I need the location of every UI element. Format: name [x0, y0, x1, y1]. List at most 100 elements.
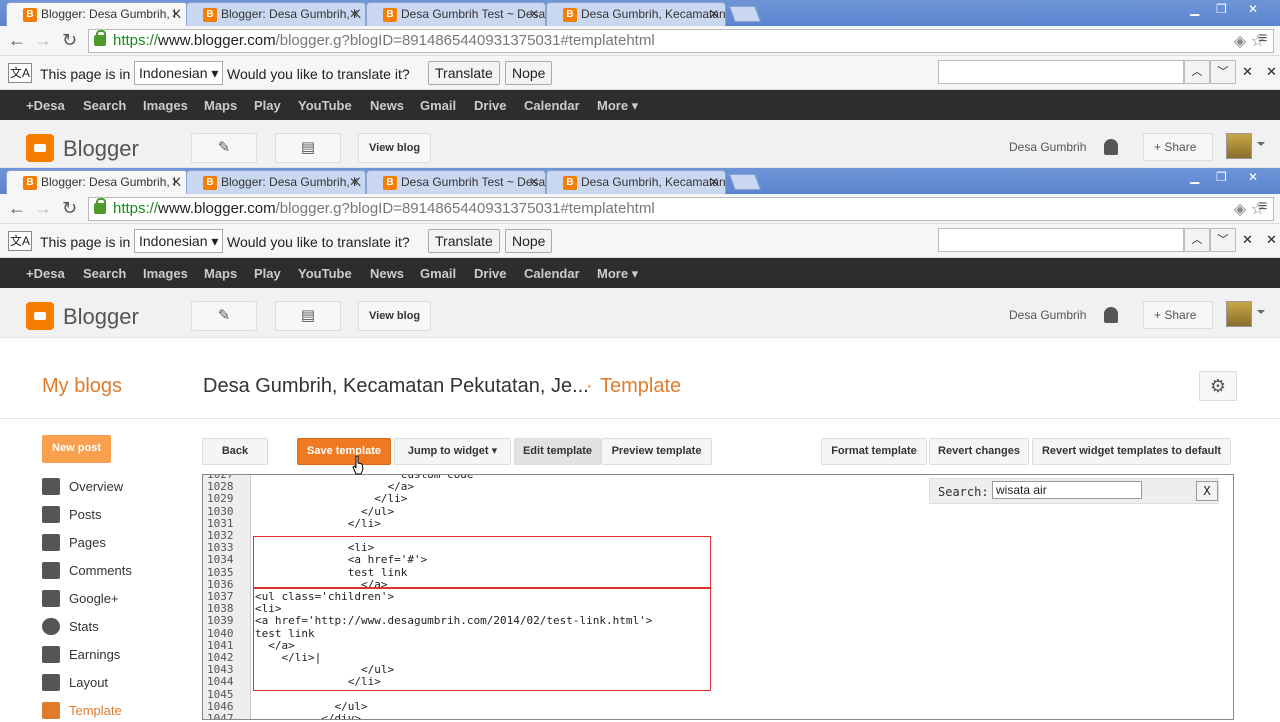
view-blog-button[interactable]: View blog: [358, 301, 432, 331]
find-down-icon[interactable]: ﹀: [1210, 228, 1236, 252]
close-window-icon[interactable]: ✕: [1248, 2, 1258, 16]
gbar-desa[interactable]: +Desa: [26, 98, 65, 113]
gbar-more[interactable]: More ▾: [597, 266, 638, 282]
avatar[interactable]: [1226, 133, 1252, 159]
avatar[interactable]: [1226, 301, 1252, 327]
translate-button[interactable]: Translate: [428, 229, 500, 253]
language-select[interactable]: Indonesian ▾: [134, 61, 224, 85]
code-line[interactable]: 1046 </ul>: [203, 700, 1233, 713]
close-tab-icon[interactable]: ✕: [529, 175, 539, 189]
find-up-icon[interactable]: ︿: [1184, 60, 1210, 84]
edit-template-button[interactable]: Edit template: [514, 438, 601, 465]
new-post-pencil-button[interactable]: ✎: [191, 301, 257, 331]
editor-search-close-button[interactable]: X: [1196, 481, 1218, 501]
gbar-gmail[interactable]: Gmail: [420, 266, 456, 281]
close-tab-icon[interactable]: ✕: [349, 7, 359, 21]
notification-bell-icon[interactable]: [1104, 307, 1118, 323]
new-tab-button[interactable]: [729, 6, 761, 22]
gbar-maps[interactable]: Maps: [204, 98, 237, 113]
editor-search-input[interactable]: wisata air: [992, 481, 1142, 499]
find-close-icon[interactable]: ✕: [1242, 64, 1253, 80]
code-line[interactable]: 1047 </div>: [203, 713, 1233, 720]
bar-close-icon[interactable]: ✕: [1266, 64, 1277, 80]
translate-button[interactable]: Translate: [428, 61, 500, 85]
gear-icon[interactable]: ⚙: [1199, 371, 1237, 401]
tab-blogger-2[interactable]: B Blogger: Desa Gumbrih, K ✕: [186, 170, 366, 194]
user-name[interactable]: Desa Gumbrih: [1009, 308, 1086, 322]
gbar-search[interactable]: Search: [83, 266, 126, 281]
tab-test[interactable]: B Desa Gumbrih Test ~ Desa ✕: [366, 2, 546, 26]
gbar-images[interactable]: Images: [143, 266, 188, 281]
new-post-button[interactable]: New post: [42, 435, 111, 463]
minimize-icon[interactable]: ▁: [1190, 2, 1199, 16]
share-button[interactable]: + Share: [1143, 133, 1213, 161]
forward-arrow-icon[interactable]: →: [34, 30, 52, 51]
gbar-gmail[interactable]: Gmail: [420, 98, 456, 113]
user-name[interactable]: Desa Gumbrih: [1009, 140, 1086, 154]
bar-close-icon[interactable]: ✕: [1266, 232, 1277, 248]
gbar-calendar[interactable]: Calendar: [524, 266, 580, 281]
close-tab-icon[interactable]: ✕: [709, 175, 719, 189]
gbar-more[interactable]: More ▾: [597, 98, 638, 114]
find-close-icon[interactable]: ✕: [1242, 232, 1253, 248]
back-button[interactable]: Back: [202, 438, 268, 465]
find-up-icon[interactable]: ︿: [1184, 228, 1210, 252]
gbar-youtube[interactable]: YouTube: [298, 98, 352, 113]
gbar-news[interactable]: News: [370, 266, 404, 281]
revert-changes-button[interactable]: Revert changes: [929, 438, 1029, 465]
tab-blogger-2[interactable]: B Blogger: Desa Gumbrih, K ✕: [186, 2, 366, 26]
find-input[interactable]: [938, 60, 1184, 84]
pages-icon[interactable]: ▤: [275, 301, 341, 331]
code-line[interactable]: 1031 </li>: [203, 517, 1233, 530]
forward-arrow-icon[interactable]: →: [34, 198, 52, 219]
gbar-drive[interactable]: Drive: [474, 98, 507, 113]
close-tab-icon[interactable]: ✕: [171, 7, 181, 21]
close-tab-icon[interactable]: ✕: [349, 175, 359, 189]
close-tab-icon[interactable]: ✕: [529, 7, 539, 21]
share-button[interactable]: + Share: [1143, 301, 1213, 329]
back-arrow-icon[interactable]: ←: [8, 30, 26, 51]
gbar-maps[interactable]: Maps: [204, 266, 237, 281]
tab-test[interactable]: B Desa Gumbrih Test ~ Desa ✕: [366, 170, 546, 194]
chevron-down-icon[interactable]: [1257, 142, 1265, 150]
chevron-down-icon[interactable]: [1257, 310, 1265, 318]
restore-icon[interactable]: ❐: [1216, 170, 1227, 184]
find-down-icon[interactable]: ﹀: [1210, 60, 1236, 84]
notification-bell-icon[interactable]: [1104, 139, 1118, 155]
new-tab-button[interactable]: [729, 174, 761, 190]
blog-title[interactable]: Desa Gumbrih, Kecamatan Pekutatan, Je...: [203, 375, 589, 398]
gbar-play[interactable]: Play: [254, 266, 281, 281]
gbar-youtube[interactable]: YouTube: [298, 266, 352, 281]
gbar-desa[interactable]: +Desa: [26, 266, 65, 281]
language-select[interactable]: Indonesian ▾: [134, 229, 224, 253]
preview-template-button[interactable]: Preview template: [601, 438, 712, 465]
code-line[interactable]: 1030 </ul>: [203, 505, 1233, 518]
template-code-editor[interactable]: 1027 custom code 1028 </a> 1029 </li> 1030 …: [202, 474, 1234, 720]
gbar-calendar[interactable]: Calendar: [524, 98, 580, 113]
address-bar[interactable]: https://www.blogger.com/blogger.g?blogID…: [88, 29, 1274, 53]
view-blog-button[interactable]: View blog: [358, 133, 432, 163]
restore-icon[interactable]: ❐: [1216, 2, 1227, 16]
gbar-play[interactable]: Play: [254, 98, 281, 113]
nope-button[interactable]: Nope: [505, 229, 553, 253]
nope-button[interactable]: Nope: [505, 61, 553, 85]
reload-icon[interactable]: ↻: [62, 30, 77, 51]
gbar-drive[interactable]: Drive: [474, 266, 507, 281]
my-blogs-link[interactable]: My blogs: [42, 375, 122, 398]
tab-blogger-1[interactable]: B Blogger: Desa Gumbrih, K ✕: [6, 170, 188, 194]
menu-icon[interactable]: ≡: [1258, 198, 1267, 216]
back-arrow-icon[interactable]: ←: [8, 198, 26, 219]
jump-to-widget-button[interactable]: Jump to widget ▾: [394, 438, 511, 465]
address-bar[interactable]: https://www.blogger.com/blogger.g?blogID…: [88, 197, 1274, 221]
tab-blogger-1[interactable]: B Blogger: Desa Gumbrih, K ✕: [6, 2, 188, 26]
gbar-search[interactable]: Search: [83, 98, 126, 113]
revert-widget-templates-button[interactable]: Revert widget templates to default: [1032, 438, 1231, 465]
tab-desa[interactable]: B Desa Gumbrih, Kecamatan ✕: [546, 170, 726, 194]
reload-icon[interactable]: ↻: [62, 198, 77, 219]
minimize-icon[interactable]: ▁: [1190, 170, 1199, 184]
pages-icon[interactable]: ▤: [275, 133, 341, 163]
tab-desa[interactable]: B Desa Gumbrih, Kecamatan ✕: [546, 2, 726, 26]
close-window-icon[interactable]: ✕: [1248, 170, 1258, 184]
gbar-images[interactable]: Images: [143, 98, 188, 113]
save-template-button[interactable]: Save template: [297, 438, 391, 465]
